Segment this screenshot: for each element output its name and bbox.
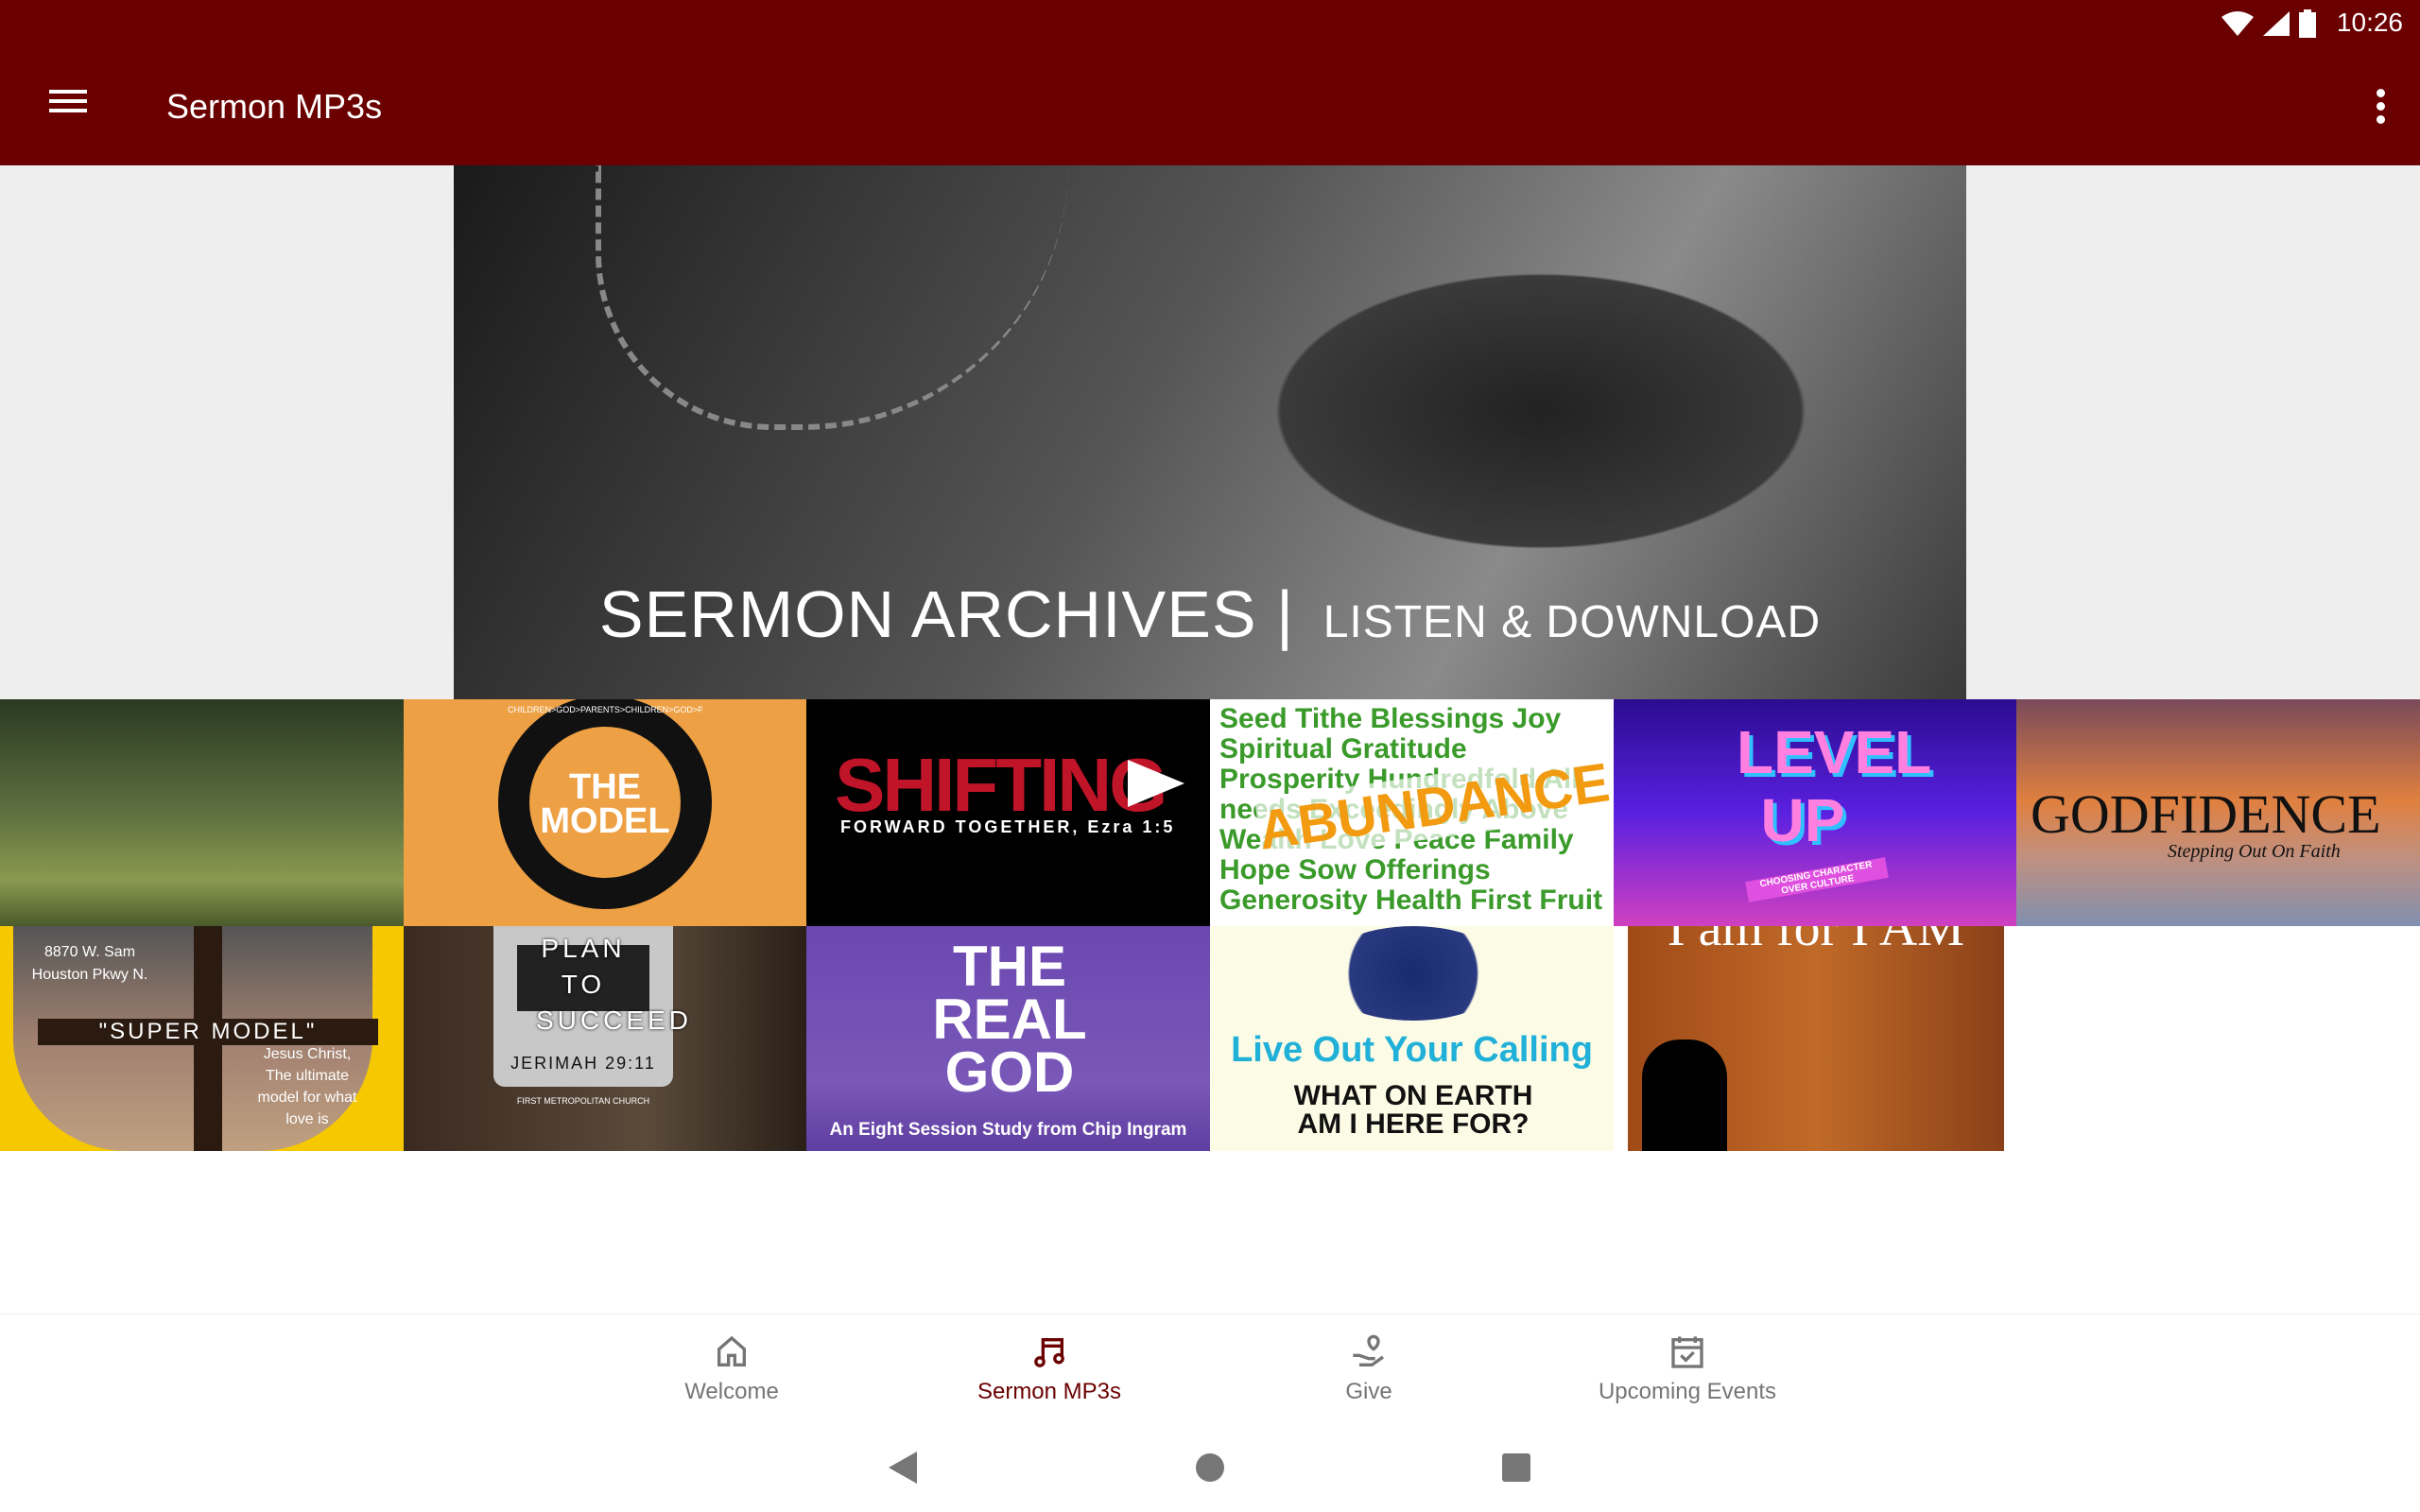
sermon-tile-the-model[interactable]: THE MODEL CHILDREN>GOD>PARENTS>CHILDREN>… — [404, 699, 806, 926]
nav-label: Upcoming Events — [1598, 1379, 1777, 1404]
sermon-tile-forest[interactable] — [0, 699, 404, 926]
sermon-tile-i-am-for-i-am[interactable]: I am for I AM — [1628, 926, 2004, 1151]
app-bar: Sermon MP3s — [0, 47, 2420, 165]
nav-label: Sermon MP3s — [977, 1379, 1122, 1404]
status-bar: 10:26 — [0, 0, 2420, 47]
tile-subtitle: An Eight Session Study from Chip Ingram — [829, 1120, 1187, 1140]
tile-title: LEVEL UP — [1737, 718, 1932, 854]
tile-caption: FIRST METROPOLITAN CHURCH — [516, 1096, 650, 1106]
banner-separator: | — [1276, 577, 1295, 651]
home-button-icon[interactable] — [1196, 1453, 1224, 1482]
battery-icon — [2299, 9, 2316, 38]
signal-icon — [2263, 11, 2290, 36]
back-icon[interactable] — [889, 1452, 917, 1484]
tile-title: Live Out Your Calling — [1231, 1030, 1593, 1070]
arrow-icon — [1128, 760, 1184, 807]
nav-give[interactable]: Give — [1227, 1333, 1511, 1405]
tile-title: "SUPER MODEL" — [38, 1019, 378, 1045]
sermon-tile-plan-to-succeed[interactable]: PLAN TO SUCCEED JERIMAH 29:11 FIRST METR… — [404, 926, 806, 1151]
tile-title: THE MODEL — [540, 767, 670, 841]
tile-subtitle: JERIMAH 29:11 — [510, 1054, 656, 1073]
music-note-icon — [1034, 1338, 1064, 1367]
banner-title: SERMON ARCHIVES — [598, 577, 1257, 651]
sermon-tile-shifting[interactable]: SHIFTING FORWARD TOGETHER, Ezra 1:5 — [806, 699, 1210, 926]
bottom-navigation: Welcome Sermon MP3s Give Upcoming Events — [0, 1314, 2420, 1436]
system-navigation-bar — [0, 1444, 2420, 1512]
nav-upcoming-events[interactable]: Upcoming Events — [1546, 1333, 1829, 1405]
nav-welcome[interactable]: Welcome — [590, 1333, 873, 1405]
calendar-check-icon — [1671, 1336, 1703, 1368]
sermon-archives-banner: SERMON ARCHIVES | LISTEN & DOWNLOAD — [454, 165, 1966, 699]
banner-subtitle: LISTEN & DOWNLOAD — [1322, 597, 1822, 647]
home-icon — [717, 1335, 746, 1366]
sermon-tile-abundance[interactable]: Seed Tithe Blessings Joy Spiritual Grati… — [1210, 699, 1614, 926]
tile-subtitle: Stepping Out On Faith — [2168, 841, 2341, 862]
preacher-silhouette — [1642, 1040, 1727, 1151]
tile-title: GODFIDENCE — [2031, 783, 2381, 845]
sermon-tile-level-up[interactable]: LEVEL UP CHOOSING CHARACTER OVER CULTURE — [1614, 699, 2016, 926]
sermon-tile-live-out-your-calling[interactable]: Live Out Your Calling WHAT ON EARTH AM I… — [1210, 926, 1614, 1151]
tile-subtitle: CHOOSING CHARACTER OVER CULTURE — [1745, 857, 1889, 902]
tile-caption: Jesus Christ, The ultimate model for wha… — [257, 1046, 357, 1127]
tile-subtitle: FORWARD TOGETHER, Ezra 1:5 — [840, 817, 1176, 836]
tile-address: 8870 W. Sam Houston Pkwy N. — [31, 944, 148, 983]
tile-ring-text: CHILDREN>GOD>PARENTS>CHILDREN>GOD>PARENT… — [508, 705, 702, 714]
give-hand-icon — [1353, 1334, 1384, 1366]
more-vert-icon[interactable] — [2377, 89, 2386, 129]
tile-title: THE REAL GOD — [932, 935, 1087, 1104]
recents-icon[interactable] — [1502, 1453, 1530, 1482]
headphone-cable-graphic — [596, 165, 1068, 430]
sermon-tile-the-real-god[interactable]: THE REAL GOD An Eight Session Study from… — [806, 926, 1210, 1151]
banner-text: SERMON ARCHIVES | LISTEN & DOWNLOAD — [454, 576, 1966, 652]
hamburger-icon[interactable] — [49, 85, 87, 123]
wifi-icon — [2221, 11, 2254, 36]
tree-graphic — [1319, 926, 1508, 1021]
clock: 10:26 — [2336, 8, 2403, 37]
nav-label: Give — [1345, 1379, 1392, 1404]
tile-title: PLAN TO SUCCEED — [536, 934, 692, 1035]
tile-title: SHIFTING — [835, 743, 1167, 827]
page-title: Sermon MP3s — [166, 87, 383, 126]
tile-subtitle: WHAT ON EARTH AM I HERE FOR? — [1293, 1080, 1533, 1140]
sermon-tile-super-model[interactable]: 8870 W. Sam Houston Pkwy N. "SUPER MODEL… — [0, 926, 404, 1151]
tile-title: I am for I AM — [1667, 926, 1965, 957]
sermon-tile-godfidence[interactable]: GODFIDENCE Stepping Out On Faith — [2016, 699, 2420, 926]
nav-sermon-mp3s[interactable]: Sermon MP3s — [908, 1333, 1191, 1405]
nav-label: Welcome — [684, 1379, 779, 1404]
